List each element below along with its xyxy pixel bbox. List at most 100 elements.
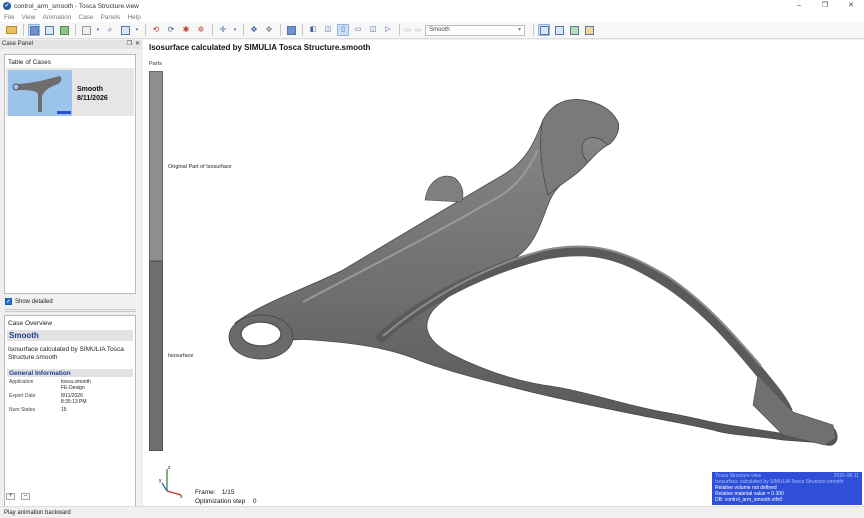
reset-transform-button[interactable]: ✥ — [263, 24, 275, 36]
pause-button[interactable]: ◫ — [367, 24, 379, 36]
chevron-down-icon: ▼ — [517, 26, 523, 33]
case-overview-title: Case Overview — [8, 320, 53, 327]
case-list-item[interactable]: Smooth 8/11/2026 — [6, 68, 134, 116]
panel-splitter[interactable] — [5, 309, 136, 312]
toolbar-separator — [212, 24, 213, 36]
zoom-button[interactable]: ⌕ — [104, 24, 116, 36]
info-row-num-states: Num States 15 — [5, 407, 135, 413]
spin-icon: ⟳ — [167, 25, 175, 34]
export-button[interactable] — [568, 24, 580, 36]
panel-icon — [539, 25, 549, 35]
screenshot-button[interactable] — [285, 24, 297, 36]
last-frame-button[interactable]: ▷ — [382, 24, 394, 36]
menu-help[interactable]: Help — [127, 14, 140, 21]
case-panel-toggle-button[interactable] — [538, 24, 551, 36]
fit-view-icon — [81, 25, 91, 35]
axis-dropdown[interactable]: ▾ — [232, 24, 238, 36]
overview-case-name: Smooth — [7, 330, 133, 341]
axis-label-x: x — [180, 494, 183, 499]
stop-button[interactable]: ▯ — [337, 24, 349, 36]
open-file-button[interactable] — [4, 24, 18, 36]
case-select-dropdown[interactable]: Smooth ▼ — [425, 24, 526, 36]
info-key: Export Date — [9, 393, 36, 399]
transform-button[interactable]: ✥ — [248, 24, 260, 36]
single-view-button[interactable] — [28, 24, 40, 36]
pick-button[interactable]: ✱ — [180, 24, 192, 36]
screenshot-icon — [286, 25, 296, 35]
thumbnail-model — [12, 76, 71, 114]
remove-case-button[interactable]: – — [21, 493, 30, 500]
measure-button[interactable]: ✲ — [195, 24, 207, 36]
menu-panels[interactable]: Panels — [101, 14, 121, 21]
single-view-icon — [29, 25, 39, 35]
info-date: 2026-08-11 — [833, 473, 859, 479]
frame-info: Frame: 1/15 Optimization step 0 — [195, 488, 256, 506]
split-view-button[interactable] — [43, 24, 55, 36]
case-select-value: Smooth — [429, 26, 450, 33]
case-date: 8/11/2026 — [77, 95, 108, 102]
previous-case-button[interactable]: ⇦ — [404, 25, 412, 36]
frame-value: 1/15 — [221, 489, 235, 496]
case-panel-title: Case Panel — [2, 41, 34, 47]
3d-viewport[interactable]: Isosurface calculated by SIMULIA Tosca S… — [143, 40, 864, 506]
step-row: Optimization step 0 — [195, 497, 256, 506]
next-case-button[interactable]: ⇨ — [415, 25, 423, 36]
report-button[interactable] — [583, 24, 595, 36]
compare-view-button[interactable] — [58, 24, 70, 36]
menu-animation[interactable]: Animation — [42, 14, 71, 21]
control-arm-model[interactable] — [143, 40, 864, 506]
fit-view-dropdown[interactable]: ▾ — [95, 24, 101, 36]
window-title: control_arm_smooth - Tosca Structure.vie… — [14, 2, 139, 10]
toolbar-separator — [399, 24, 400, 36]
info-value: tosca.smooth FE-Design — [61, 379, 91, 391]
view-mode-dropdown[interactable]: ▾ — [134, 24, 140, 36]
app-logo-icon: ✓ — [3, 2, 11, 10]
case-panel: Case Panel ❐ ✕ Table of Cases Smooth 8/1… — [0, 40, 142, 518]
close-panel-icon[interactable]: ✕ — [135, 40, 140, 49]
first-frame-button[interactable]: ◧ — [307, 24, 319, 36]
layout-icon — [554, 25, 564, 35]
axis-triad-icon: z x y — [159, 465, 183, 499]
play-forward-button[interactable]: ▭ — [352, 24, 364, 36]
maximize-button[interactable]: ❐ — [812, 0, 838, 12]
checkmark-icon: ✓ — [5, 298, 12, 305]
rotate-button[interactable]: ⟲ — [150, 24, 162, 36]
arm-body — [234, 99, 838, 446]
legend-swatch-isosurface — [149, 261, 163, 451]
minimize-button[interactable]: – — [786, 0, 812, 12]
table-of-cases: Table of Cases Smooth 8/11/2026 — [4, 54, 136, 294]
menu-case[interactable]: Case — [78, 14, 93, 21]
step-label: Optimization step — [195, 498, 246, 505]
axis-button[interactable]: ✛ — [217, 24, 229, 36]
legend-label-isosurface: Isosurface — [168, 353, 194, 359]
info-key: Application — [9, 379, 34, 385]
menu-file[interactable]: File — [4, 14, 14, 21]
play-backward-button[interactable]: ◫ — [322, 24, 334, 36]
compare-view-icon — [59, 25, 69, 35]
axis-label-z: z — [168, 465, 171, 471]
add-case-button[interactable]: + — [6, 493, 15, 500]
reset-transform-icon: ✥ — [265, 25, 273, 34]
fit-view-button[interactable] — [80, 24, 92, 36]
spin-button[interactable]: ⟳ — [165, 24, 177, 36]
axis-label-y: y — [159, 478, 162, 484]
close-button[interactable]: ✕ — [838, 0, 864, 12]
info-row-export-date: Export Date 8/11/2026 8:35:13 PM — [5, 393, 135, 405]
view-mode-button[interactable] — [119, 24, 131, 36]
legend-label-original: Original Part of Isosurface — [168, 164, 232, 170]
folder-icon — [5, 26, 17, 34]
legend-title: Parts — [149, 61, 162, 67]
layout-button[interactable] — [553, 24, 565, 36]
toolbar-separator — [280, 24, 281, 36]
window-controls: – ❐ ✕ — [786, 0, 864, 12]
title-bar: ✓ control_arm_smooth - Tosca Structure.v… — [0, 0, 864, 12]
show-detailed-checkbox[interactable]: ✓ Show detailed — [5, 298, 53, 305]
general-information-heading: General Information — [7, 369, 133, 377]
menu-view[interactable]: View — [21, 14, 35, 21]
stop-icon: ▯ — [341, 26, 345, 33]
case-name: Smooth — [77, 86, 104, 93]
status-bar: Play animation backward — [0, 506, 864, 518]
overview-description: Isosurface calculated by SIMULIA Tosca S… — [8, 346, 124, 361]
menu-bar: File View Animation Case Panels Help — [0, 12, 864, 22]
undock-icon[interactable]: ❐ — [127, 40, 132, 49]
